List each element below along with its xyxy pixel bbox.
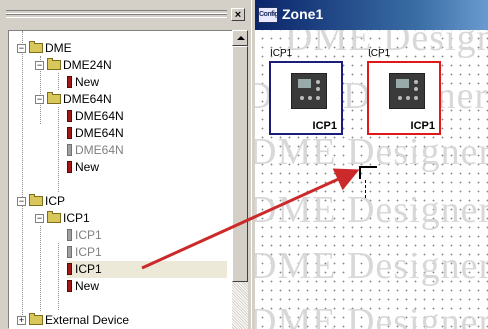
drag-arrow (141, 168, 360, 270)
